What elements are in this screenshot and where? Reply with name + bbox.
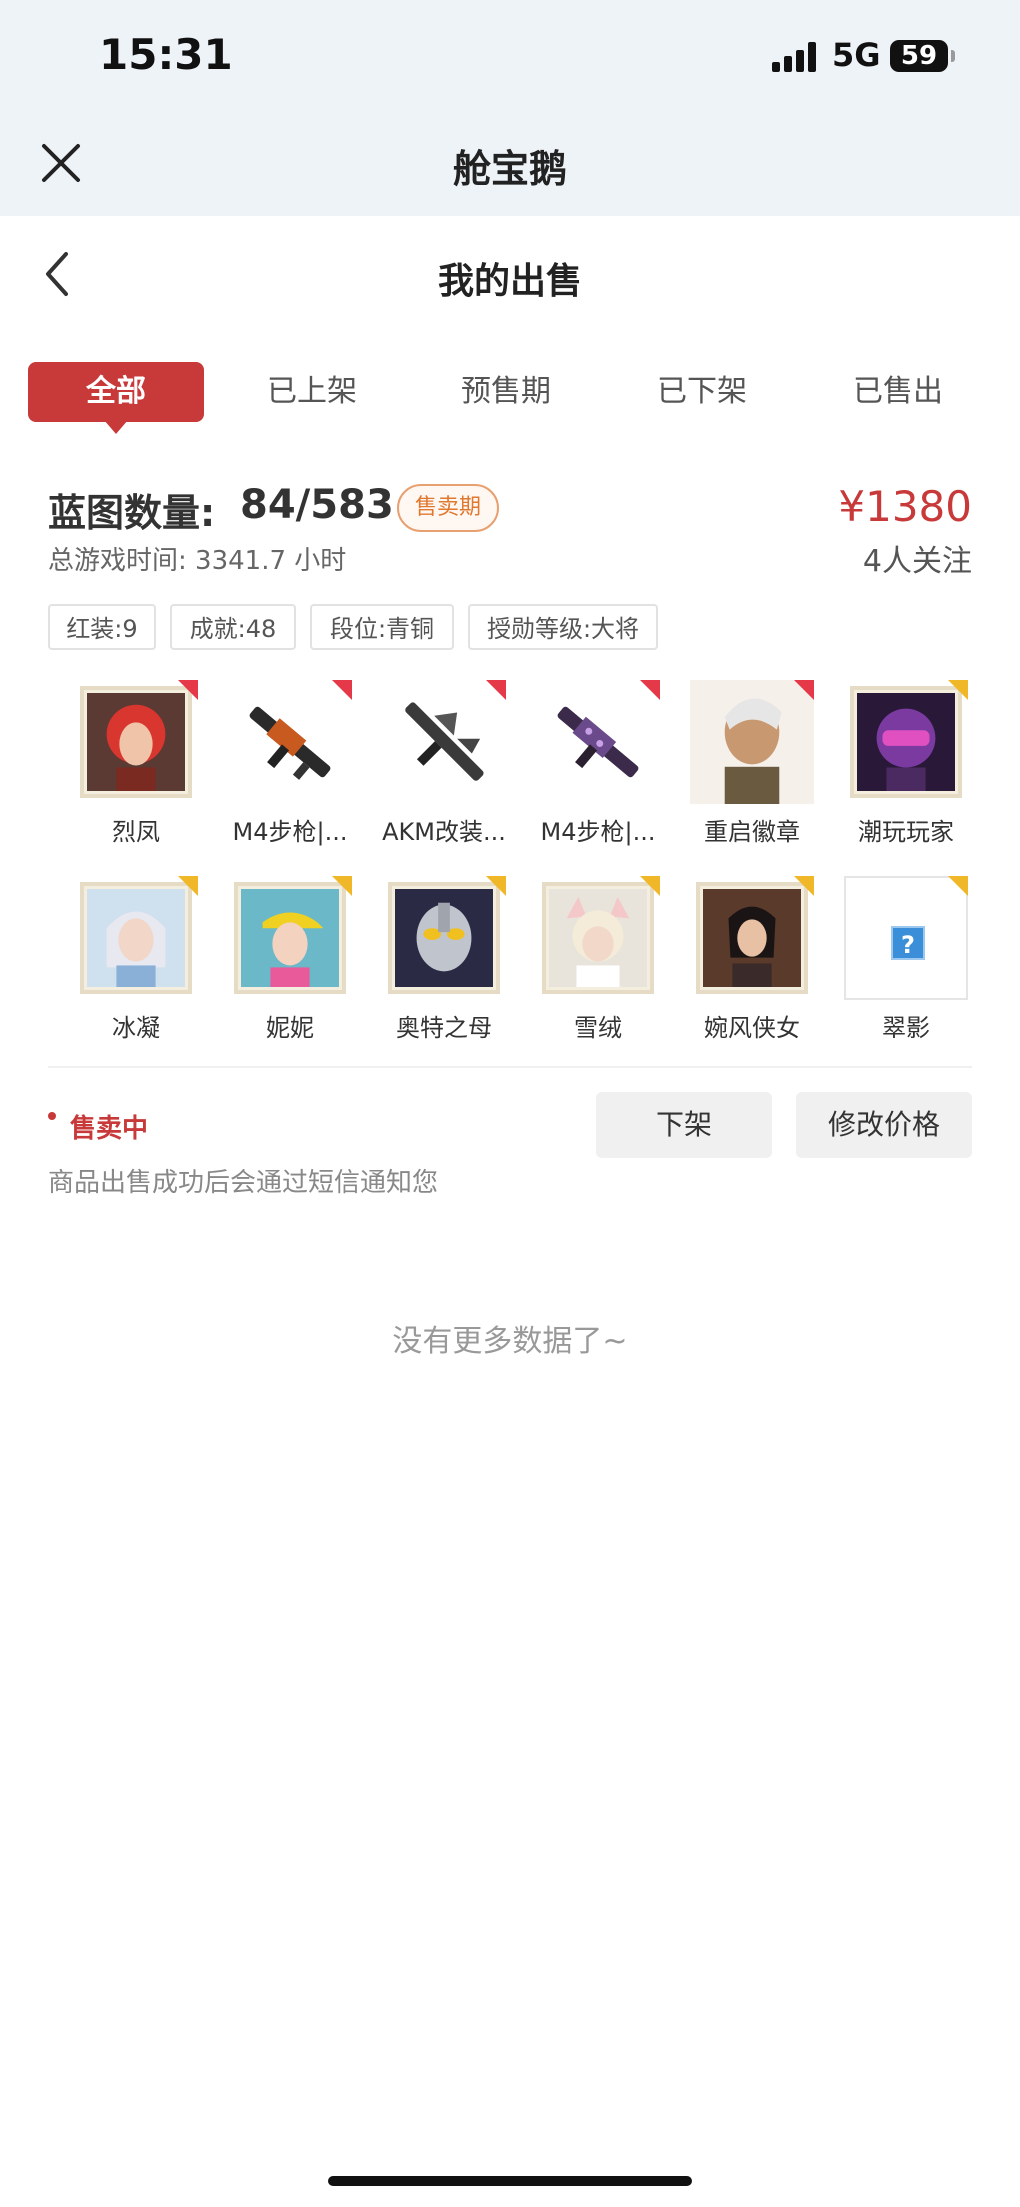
rarity-corner xyxy=(332,876,352,896)
status-dot xyxy=(48,1112,56,1120)
helmet-character-icon xyxy=(857,693,955,791)
tab-presale[interactable]: 预售期 xyxy=(428,362,584,422)
blueprint-count: 84/583 xyxy=(240,482,394,528)
app-title: 舱宝鹅 xyxy=(452,147,567,191)
rarity-corner xyxy=(948,680,968,700)
item-card[interactable]: 奥特之母 xyxy=(369,876,519,1043)
rarity-corner xyxy=(486,876,506,896)
item-name: 冰凝 xyxy=(112,1014,160,1042)
item-card[interactable]: 婉风侠女 xyxy=(677,876,827,1043)
rarity-corner xyxy=(794,876,814,896)
active-tab-caret xyxy=(104,420,128,434)
item-card[interactable]: 冰凝 xyxy=(61,876,211,1043)
tab-unlisted[interactable]: 已下架 xyxy=(624,362,780,422)
sms-notice: 商品出售成功后会通过短信通知您 xyxy=(48,1168,439,1198)
item-name: 翠影 xyxy=(882,1014,930,1042)
divider xyxy=(48,1066,972,1068)
blueprint-label: 蓝图数量: xyxy=(48,491,216,535)
rifle-icon xyxy=(557,706,639,778)
no-more-data: 没有更多数据了~ xyxy=(392,1324,628,1359)
rifle-icon xyxy=(405,702,484,781)
edit-price-button[interactable]: 修改价格 xyxy=(796,1092,972,1158)
item-card[interactable]: M4步枪|... xyxy=(215,680,365,847)
listing-price: ¥1380 xyxy=(838,482,972,531)
battery-tip xyxy=(951,50,955,62)
character-icon xyxy=(87,889,185,987)
game-time: 总游戏时间: 3341.7 小时 xyxy=(48,546,347,576)
item-name: 妮妮 xyxy=(266,1014,314,1042)
item-name: 奥特之母 xyxy=(396,1014,492,1042)
page-title: 我的出售 xyxy=(437,261,582,302)
status-time: 15:31 xyxy=(99,30,233,79)
tab-sold[interactable]: 已售出 xyxy=(820,362,976,422)
tab-all[interactable]: 全部 xyxy=(28,362,204,422)
item-card[interactable]: 烈凤 xyxy=(61,680,211,847)
character-icon xyxy=(703,889,801,987)
unlist-button[interactable]: 下架 xyxy=(596,1092,772,1158)
rifle-icon xyxy=(249,706,331,780)
rarity-corner xyxy=(178,876,198,896)
tag-achievements: 成就:48 xyxy=(170,604,296,650)
home-indicator[interactable] xyxy=(328,2176,692,2186)
item-name: 潮玩玩家 xyxy=(858,818,954,846)
ultra-mask-icon xyxy=(395,889,493,987)
tag-rank: 段位:青铜 xyxy=(310,604,454,650)
network-label: 5G xyxy=(832,36,881,74)
tab-listed[interactable]: 已上架 xyxy=(234,362,390,422)
tag-medal-level: 授勋等级:大将 xyxy=(468,604,658,650)
follower-count: 4人关注 xyxy=(862,544,972,579)
item-name: M4步枪|... xyxy=(540,818,656,846)
sale-period-badge: 售卖期 xyxy=(397,484,499,532)
rarity-corner xyxy=(178,680,198,700)
red-hair-character-icon xyxy=(87,693,185,791)
rarity-corner xyxy=(640,680,660,700)
item-name: 雪绒 xyxy=(574,1014,622,1042)
item-card[interactable]: AKM改装... xyxy=(369,680,519,847)
item-card[interactable]: 重启徽章 xyxy=(677,680,827,847)
item-card[interactable]: M4步枪|... xyxy=(523,680,673,847)
rarity-corner xyxy=(794,680,814,700)
rarity-corner xyxy=(948,876,968,896)
rarity-corner xyxy=(486,680,506,700)
signal-icon xyxy=(772,42,820,72)
tag-red-gear: 红装:9 xyxy=(48,604,156,650)
battery-icon: 59 xyxy=(890,40,948,72)
item-name: M4步枪|... xyxy=(232,818,348,846)
rarity-corner xyxy=(640,876,660,896)
listing-status: 售卖中 xyxy=(70,1114,149,1144)
item-name: 婉风侠女 xyxy=(704,1014,800,1042)
rarity-corner xyxy=(332,680,352,700)
item-card[interactable]: 雪绒 xyxy=(523,876,673,1043)
character-icon xyxy=(549,889,647,987)
item-card[interactable]: ? 翠影 xyxy=(831,876,981,1043)
character-icon xyxy=(241,889,339,987)
item-card[interactable]: 妮妮 xyxy=(215,876,365,1043)
item-name: AKM改装... xyxy=(382,818,506,846)
item-name: 烈凤 xyxy=(112,818,160,846)
item-card[interactable]: 潮玩玩家 xyxy=(831,680,981,847)
item-name: 重启徽章 xyxy=(704,818,800,846)
